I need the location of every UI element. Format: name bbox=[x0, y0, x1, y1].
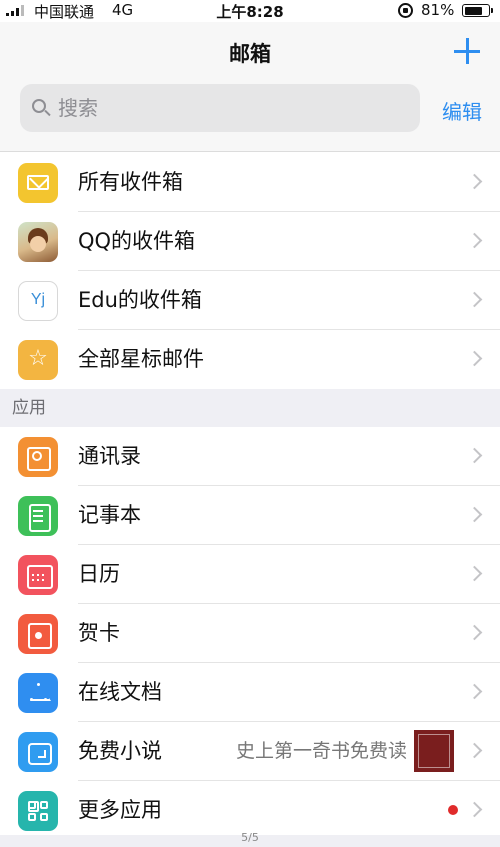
book-cover-thumbnail bbox=[414, 730, 454, 772]
search-input[interactable] bbox=[58, 84, 408, 132]
search-icon bbox=[32, 99, 46, 113]
app-label: 日历 bbox=[78, 562, 120, 586]
chevron-right-icon bbox=[466, 742, 483, 759]
promo-text: 史上第一奇书免费读 bbox=[235, 740, 407, 762]
chevron-right-icon bbox=[466, 506, 483, 523]
mailbox-starred[interactable]: ☆ 全部星标邮件 bbox=[0, 330, 500, 389]
chevron-right-icon bbox=[466, 683, 483, 700]
chevron-right-icon bbox=[466, 232, 483, 249]
star-icon: ☆ bbox=[18, 340, 58, 380]
app-online-docs[interactable]: 在线文档 bbox=[0, 663, 500, 722]
status-bar: 中国联通 4G 上午8:28 81% bbox=[0, 0, 500, 22]
apps-section-header: 应用 bbox=[0, 389, 500, 427]
mailbox-qq-inbox[interactable]: QQ的收件箱 bbox=[0, 212, 500, 271]
mailbox-edu-inbox[interactable]: Yj Edu的收件箱 bbox=[0, 271, 500, 330]
app-label: 免费小说 bbox=[78, 739, 162, 763]
app-notes[interactable]: 记事本 bbox=[0, 486, 500, 545]
avatar-icon bbox=[18, 222, 58, 262]
edit-button[interactable]: 编辑 bbox=[442, 96, 482, 125]
docs-icon bbox=[18, 673, 58, 713]
envelope-icon bbox=[18, 163, 58, 203]
mailbox-label: 全部星标邮件 bbox=[78, 347, 204, 371]
notification-dot bbox=[448, 805, 458, 815]
star-glyph: ☆ bbox=[28, 346, 48, 371]
navigation-bar: 邮箱 编辑 bbox=[0, 22, 500, 152]
battery-percent: 81% bbox=[421, 1, 455, 19]
app-calendar[interactable]: 日历 bbox=[0, 545, 500, 604]
chevron-right-icon bbox=[466, 291, 483, 308]
chevron-right-icon bbox=[466, 173, 483, 190]
mailbox-label: QQ的收件箱 bbox=[78, 229, 196, 253]
section-title: 应用 bbox=[12, 398, 46, 418]
battery-icon bbox=[462, 4, 493, 17]
app-greeting-card[interactable]: 贺卡 bbox=[0, 604, 500, 663]
novel-icon bbox=[18, 732, 58, 772]
mailbox-label: 所有收件箱 bbox=[78, 170, 183, 194]
search-bar[interactable] bbox=[20, 84, 420, 132]
yj-icon: Yj bbox=[18, 281, 58, 321]
app-contacts[interactable]: 通讯录 bbox=[0, 427, 500, 486]
mailbox-label: Edu的收件箱 bbox=[78, 288, 202, 312]
app-label: 记事本 bbox=[78, 503, 141, 527]
calendar-icon bbox=[18, 555, 58, 595]
chevron-right-icon bbox=[466, 565, 483, 582]
chevron-right-icon bbox=[466, 801, 483, 818]
compose-plus-icon[interactable] bbox=[454, 38, 480, 64]
more-apps-icon bbox=[18, 791, 58, 831]
page-indicator: 5/5 bbox=[241, 831, 259, 844]
notes-icon bbox=[18, 496, 58, 536]
app-label: 在线文档 bbox=[78, 680, 162, 704]
app-label: 通讯录 bbox=[78, 444, 141, 468]
app-label: 贺卡 bbox=[78, 621, 120, 645]
chevron-right-icon bbox=[466, 624, 483, 641]
contacts-icon bbox=[18, 437, 58, 477]
mailbox-all-inboxes[interactable]: 所有收件箱 bbox=[0, 153, 500, 212]
chevron-right-icon bbox=[466, 350, 483, 367]
chevron-right-icon bbox=[466, 447, 483, 464]
rotation-lock-icon bbox=[398, 3, 413, 18]
mailbox-list: 所有收件箱 QQ的收件箱 Yj Edu的收件箱 ☆ 全部星标邮件 应用 通讯录 … bbox=[0, 153, 500, 840]
app-free-novels[interactable]: 免费小说 史上第一奇书免费读 bbox=[0, 722, 500, 781]
yj-icon-text: Yj bbox=[30, 291, 46, 308]
page-title: 邮箱 bbox=[229, 42, 271, 66]
card-icon bbox=[18, 614, 58, 654]
